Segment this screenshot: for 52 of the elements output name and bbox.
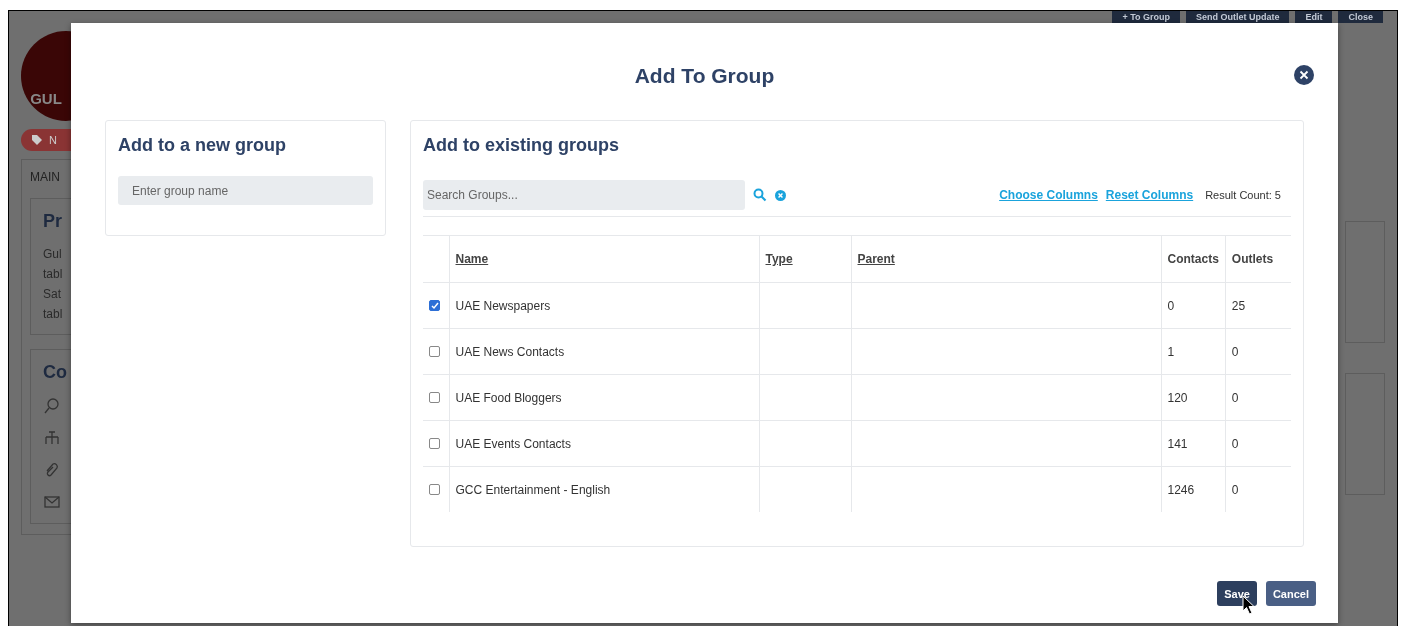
row-checkbox[interactable] [429, 484, 440, 495]
profile-text: tabl [43, 266, 64, 282]
contacts-count: 120 [1167, 390, 1188, 405]
cancel-button[interactable]: Cancel [1265, 581, 1316, 606]
contacts-count: 0 [1167, 298, 1175, 313]
search-icon[interactable] [753, 188, 767, 202]
row-checkbox[interactable] [429, 300, 440, 311]
row-checkbox[interactable] [429, 346, 440, 357]
toolbar-button[interactable]: Send Outlet Update [1185, 11, 1290, 23]
profile-text: tabl [43, 306, 64, 322]
group-name: UAE News Contacts [455, 344, 565, 359]
profile-heading: Pr [43, 211, 63, 232]
column-header[interactable]: Name [455, 252, 489, 266]
dialog-title: Add To Group [634, 64, 775, 88]
contact-heading: Co [43, 362, 68, 383]
contacts-count: 1 [1167, 344, 1175, 359]
outlets-count: 0 [1231, 344, 1239, 359]
tag-text: N [49, 134, 57, 146]
search-icon [43, 397, 61, 415]
row-checkbox[interactable] [429, 392, 440, 403]
section-heading: Add to a new group [118, 135, 287, 156]
contacts-count: 1246 [1167, 482, 1195, 497]
hierarchy-icon [43, 429, 61, 447]
group-name: UAE Food Bloggers [455, 390, 562, 405]
section-heading: Add to existing groups [423, 135, 620, 156]
group-name-field[interactable]: Enter group name [118, 176, 373, 205]
result-count: Result Count: 5 [1205, 189, 1281, 201]
mail-icon [43, 493, 61, 511]
toolbar-button[interactable]: Close [1338, 11, 1383, 23]
column-header: Contacts [1167, 252, 1219, 266]
toolbar-button[interactable]: Edit [1295, 11, 1333, 23]
outlets-count: 0 [1231, 482, 1239, 497]
group-name: UAE Events Contacts [455, 436, 571, 451]
column-header: Outlets [1231, 252, 1274, 266]
outlets-count: 0 [1231, 390, 1239, 405]
save-button[interactable]: Save [1217, 581, 1257, 606]
column-header[interactable]: Type [765, 252, 793, 266]
toolbar-button[interactable]: + To Group [1112, 11, 1180, 23]
tag-icon [31, 134, 43, 146]
close-icon[interactable] [1294, 65, 1314, 85]
profile-text: Sat [43, 286, 62, 302]
clear-icon[interactable] [775, 189, 786, 201]
outlets-count: 0 [1231, 436, 1239, 451]
logo-text: GUL [30, 90, 62, 107]
outlets-count: 25 [1231, 298, 1246, 313]
contacts-count: 141 [1167, 436, 1188, 451]
column-header[interactable]: Parent [857, 252, 895, 266]
row-checkbox[interactable] [429, 438, 440, 449]
search-field[interactable]: Search Groups... [423, 180, 745, 210]
group-name: GCC Entertainment - English [455, 482, 611, 497]
profile-text: Gul [43, 246, 63, 262]
group-name: UAE Newspapers [455, 298, 551, 313]
